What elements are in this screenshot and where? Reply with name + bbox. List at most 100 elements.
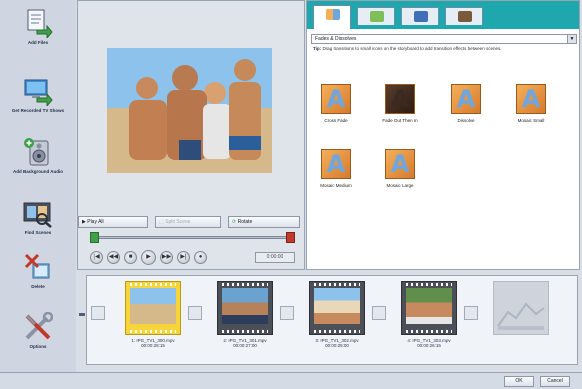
mosaic-medium-thumbnail: A [321,149,351,179]
film-perforation [406,330,452,333]
ok-button[interactable]: OK [504,376,534,387]
storyboard-clip-4[interactable] [401,281,457,335]
get-recorded-tv-shows-button[interactable]: Get Recorded TV Shows [3,76,73,113]
fast-forward-icon: ▶▶ [161,254,172,260]
effect-fade-out-then-in[interactable]: A Fade Out Then In [375,84,425,123]
stop-button[interactable]: ■ [124,251,137,264]
tip-text: Tip: Drag transitions to small icons on … [313,46,575,51]
film-perforation [406,283,452,286]
clip-2-thumbnail [222,288,268,324]
effect-mosaic-medium[interactable]: A Mosaic Medium [311,149,361,188]
find-scenes-button[interactable]: Find Scenes [3,198,73,235]
clip-3-thumbnail [314,288,360,324]
menus-icon [458,11,472,22]
fast-forward-button[interactable]: ▶▶ [160,251,173,264]
effect-label: Cross Fade [324,118,348,123]
next-scene-button[interactable]: ▶| [177,251,190,264]
effect-mosaic-small[interactable]: A Mosaic Small [506,84,556,123]
effect-label: Mosaic Medium [320,183,352,188]
get-recorded-tv-shows-label: Get Recorded TV Shows [11,108,65,113]
record-button[interactable]: ● [194,251,207,264]
tip-message: Drag transitions to small icons on the s… [322,46,502,51]
tab-menus[interactable] [445,7,483,25]
category-dropdown[interactable]: Fades & Dissolves ▼ [311,34,577,44]
record-icon: ● [198,254,203,260]
play-icon: ▶ [146,254,151,260]
effects-icon [370,11,384,22]
transition-slot[interactable] [280,292,294,334]
clip-4-thumbnail [406,288,452,324]
transition-slot-icon [464,306,478,320]
mosaic-small-thumbnail: A [516,84,546,114]
effect-dissolve[interactable]: A Dissolve [441,84,491,123]
storyboard-clip-2[interactable] [217,281,273,335]
transition-slot[interactable] [91,292,105,334]
delete-label: Delete [31,284,45,289]
film-perforation [314,330,360,333]
effect-label: Dissolve [457,118,475,123]
tab-transitions[interactable] [313,5,351,29]
split-scene-button[interactable]: ⬚ Split Scene [155,216,221,228]
tab-effects[interactable] [357,7,395,25]
rewind-button[interactable]: ◀◀ [107,251,120,264]
film-search-icon [23,198,53,228]
add-files-label: Add Files [27,40,49,45]
storyboard-clip-3[interactable] [309,281,365,335]
mark-in-handle[interactable] [90,232,99,243]
storyboard: 1: IPG_TV1_300.mpv 00:00:28:15 2: IPG_TV… [86,275,578,365]
tab-bar [307,1,579,29]
clip-2-label: 2: IPG_TV1_301.mpv 00:00:27:00 [205,338,285,348]
previous-icon: |◀ [93,254,100,260]
stop-icon: ■ [128,254,133,260]
transition-slot[interactable] [464,292,478,334]
film-perforation [222,330,268,333]
split-scene-label: Split Scene [165,219,191,225]
add-background-audio-button[interactable]: Add Background Audio [3,137,73,174]
find-scenes-label: Find Scenes [24,230,52,235]
film-perforation [314,283,360,286]
empty-clip-slot[interactable] [493,281,549,335]
transition-slot-icon [280,306,294,320]
storyboard-marker [79,313,85,316]
film-perforation [130,283,176,286]
effect-cross-fade[interactable]: A Cross Fade [311,84,361,123]
clip-duration: 00:00:26:15 [417,343,441,348]
effect-mosaic-large[interactable]: A Mosaic Large [375,149,425,188]
clip-1-label: 1: IPG_TV1_300.mpv 00:00:28:15 [113,338,193,348]
dissolve-thumbnail: A [451,84,481,114]
effect-label: Fade Out Then In [382,118,418,123]
play-all-button[interactable]: ▶ Play All [78,216,148,228]
video-preview[interactable] [107,48,272,173]
options-button[interactable]: Options [3,311,73,349]
transition-slot[interactable] [188,292,202,334]
clip-1-thumbnail [130,288,176,324]
rewind-icon: ◀◀ [108,254,119,260]
tv-arrow-icon [23,76,53,108]
play-button[interactable]: ▶ [141,250,156,265]
preview-panel: ▶ Play All ⬚ Split Scene ⟳ Rotate |◀ ◀◀ … [77,0,305,270]
next-icon: ▶| [180,254,187,260]
cross-fade-thumbnail: A [321,84,351,114]
chevron-down-icon[interactable]: ▼ [567,35,576,43]
trim-track[interactable] [98,236,287,239]
tab-titles[interactable] [401,7,439,25]
clip-duration: 00:00:25:00 [325,343,349,348]
add-files-button[interactable]: Add Files [3,8,73,45]
trim-slider[interactable] [90,232,295,243]
document-arrow-icon [23,8,53,40]
category-value: Fades & Dissolves [315,36,357,42]
mark-out-handle[interactable] [286,232,295,243]
storyboard-clip-1[interactable] [125,281,181,335]
delete-button[interactable]: Delete [3,252,73,289]
cancel-button[interactable]: Cancel [540,376,570,387]
footer-bar: OK Cancel [0,372,582,389]
sidebar: Add Files Get Recorded TV Shows Add Back… [0,0,76,372]
transport-controls: |◀ ◀◀ ■ ▶ ▶▶ ▶| ● 0:00:00 [90,250,300,265]
speaker-plus-icon [23,137,53,167]
rotate-button[interactable]: ⟳ Rotate [228,216,300,228]
film-perforation [130,330,176,333]
transition-slot-icon [372,306,386,320]
previous-scene-button[interactable]: |◀ [90,251,103,264]
transition-slot-icon [188,306,202,320]
transition-slot[interactable] [372,292,386,334]
